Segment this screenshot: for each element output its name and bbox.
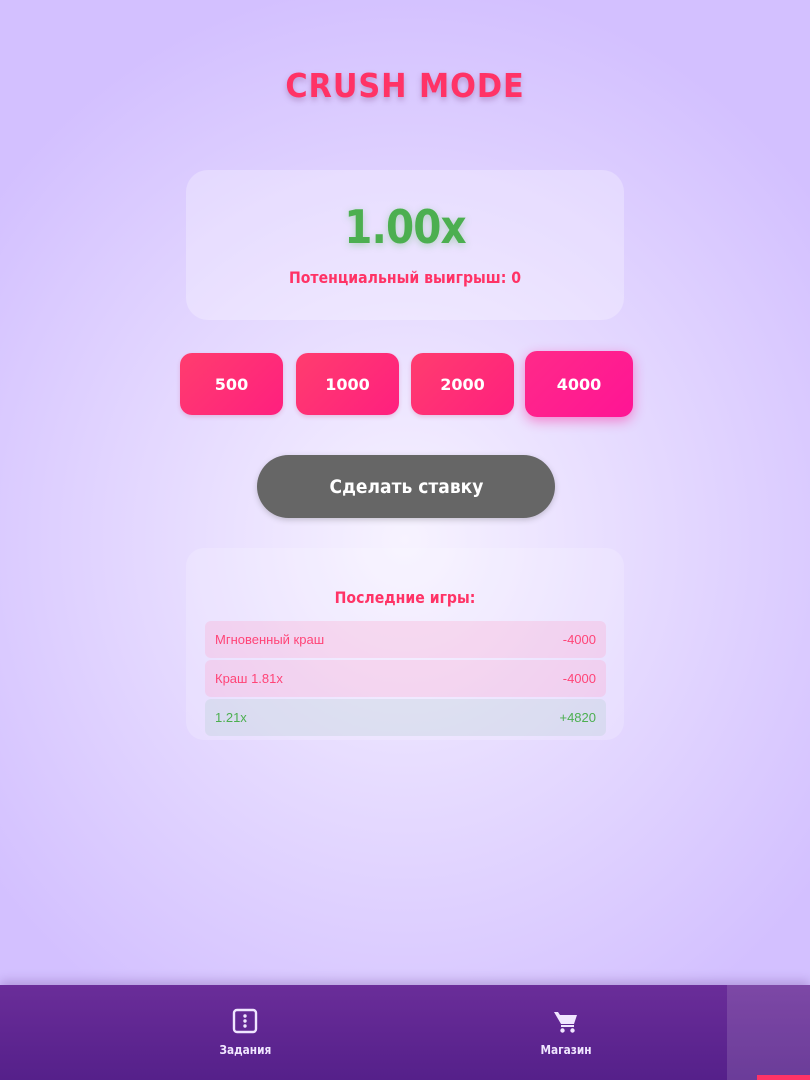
history-row-label: Мгновенный краш xyxy=(215,632,325,647)
recent-games-panel: Последние игры: Мгновенный краш -4000 Кр… xyxy=(186,548,624,740)
nav-label-tasks: Задания xyxy=(219,1043,271,1057)
task-list-icon xyxy=(231,1007,259,1035)
history-row-label: 1.21x xyxy=(215,710,247,725)
page-title: CRUSH MODE xyxy=(285,66,525,105)
bet-amount-500-button[interactable]: 500 xyxy=(180,353,283,415)
recent-games-title: Последние игры: xyxy=(334,588,476,607)
history-row: Мгновенный краш -4000 xyxy=(205,621,606,658)
history-row: 1.21x +4820 xyxy=(205,699,606,736)
bottom-navigation: Задания Магазин xyxy=(0,985,810,1080)
history-row-amount: +4820 xyxy=(559,710,596,725)
shopping-cart-icon xyxy=(552,1007,580,1035)
place-bet-button[interactable]: Сделать ставку xyxy=(257,455,555,518)
history-row-label: Краш 1.81x xyxy=(215,671,283,686)
bet-amount-1000-button[interactable]: 1000 xyxy=(296,353,399,415)
history-row-amount: -4000 xyxy=(562,632,596,647)
nav-label-shop: Магазин xyxy=(540,1043,592,1057)
nav-item-tasks[interactable]: Задания xyxy=(200,985,290,1080)
active-tab-indicator xyxy=(757,1075,810,1080)
nav-item-active[interactable] xyxy=(727,985,810,1080)
place-bet-label: Сделать ставку xyxy=(329,475,483,498)
bet-amount-2000-button[interactable]: 2000 xyxy=(411,353,514,415)
multiplier-value: 1.00x xyxy=(344,200,466,254)
multiplier-card: 1.00x Потенциальный выигрыш: 0 xyxy=(186,170,624,320)
history-row: Краш 1.81x -4000 xyxy=(205,660,606,697)
history-row-amount: -4000 xyxy=(562,671,596,686)
nav-item-shop[interactable]: Магазин xyxy=(521,985,611,1080)
bet-amount-4000-button[interactable]: 4000 xyxy=(525,351,633,417)
potential-winnings: Потенциальный выигрыш: 0 xyxy=(288,268,522,287)
